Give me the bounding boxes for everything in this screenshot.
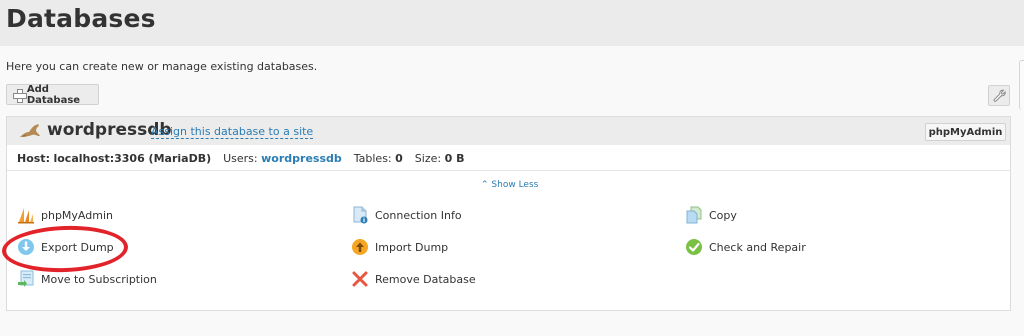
remove-database-icon <box>352 271 368 287</box>
action-label: Connection Info <box>375 208 462 222</box>
database-stats: Host: localhost:3306 (MariaDB) Users: wo… <box>7 146 1010 171</box>
side-panel-edge <box>1019 60 1024 110</box>
action-label: Move to Subscription <box>41 272 157 286</box>
action-label: Remove Database <box>375 272 476 286</box>
database-card: wordpressdb Assign this database to a si… <box>6 116 1011 311</box>
size-value: 0 B <box>444 151 465 165</box>
action-label: Import Dump <box>375 240 449 254</box>
move-subscription-icon <box>18 270 34 287</box>
intro-text: Here you can create new or manage existi… <box>6 60 318 73</box>
users-stat: Users: wordpressdb <box>223 152 342 165</box>
phpmyadmin-button[interactable]: phpMyAdmin <box>925 123 1006 141</box>
size-label: Size: <box>414 151 442 165</box>
size-stat: Size: 0 B <box>415 152 465 165</box>
action-move-subscription[interactable]: Move to Subscription <box>17 269 157 289</box>
host-value: localhost:3306 (MariaDB) <box>53 151 212 165</box>
host-stat: Host: localhost:3306 (MariaDB) <box>17 152 211 165</box>
database-card-header: wordpressdb Assign this database to a si… <box>7 117 1010 145</box>
plus-icon <box>13 88 27 103</box>
action-copy[interactable]: Copy <box>685 205 737 225</box>
add-database-button[interactable]: Add Database <box>6 83 99 106</box>
action-check-repair[interactable]: Check and Repair <box>685 237 806 257</box>
settings-button[interactable] <box>988 85 1010 106</box>
action-import-dump[interactable]: Import Dump <box>351 237 448 257</box>
wrench-icon <box>993 89 1006 102</box>
users-label: Users: <box>223 151 258 165</box>
check-repair-icon <box>686 239 702 255</box>
action-phpmyadmin[interactable]: phpMyAdmin <box>17 205 113 225</box>
assign-database-link[interactable]: Assign this database to a site <box>151 125 314 139</box>
page-title: Databases <box>6 4 156 33</box>
copy-icon <box>686 206 702 224</box>
database-seal-icon <box>20 124 40 137</box>
show-less-label: Show Less <box>491 180 539 190</box>
chevron-up-icon: ⌃ <box>481 180 489 190</box>
tables-value: 0 <box>395 151 403 165</box>
phpmyadmin-sail-icon <box>18 208 34 224</box>
page-header: Databases <box>0 0 1024 46</box>
users-value-link[interactable]: wordpressdb <box>261 152 342 165</box>
database-actions: phpMyAdmin Connection Info Copy Export D… <box>7 202 1010 310</box>
action-remove-database[interactable]: Remove Database <box>351 269 476 289</box>
action-label: phpMyAdmin <box>41 208 113 222</box>
add-database-label: Add Database <box>26 83 81 106</box>
import-dump-icon <box>352 239 368 255</box>
connection-info-icon <box>353 206 368 224</box>
action-label: Check and Repair <box>709 240 806 254</box>
show-less-toggle[interactable]: ⌃ Show Less <box>481 180 538 190</box>
action-connection-info[interactable]: Connection Info <box>351 205 462 225</box>
tables-stat: Tables: 0 <box>354 152 403 165</box>
action-label: Copy <box>709 208 737 222</box>
host-label: Host: <box>17 151 50 165</box>
tables-label: Tables: <box>353 151 392 165</box>
